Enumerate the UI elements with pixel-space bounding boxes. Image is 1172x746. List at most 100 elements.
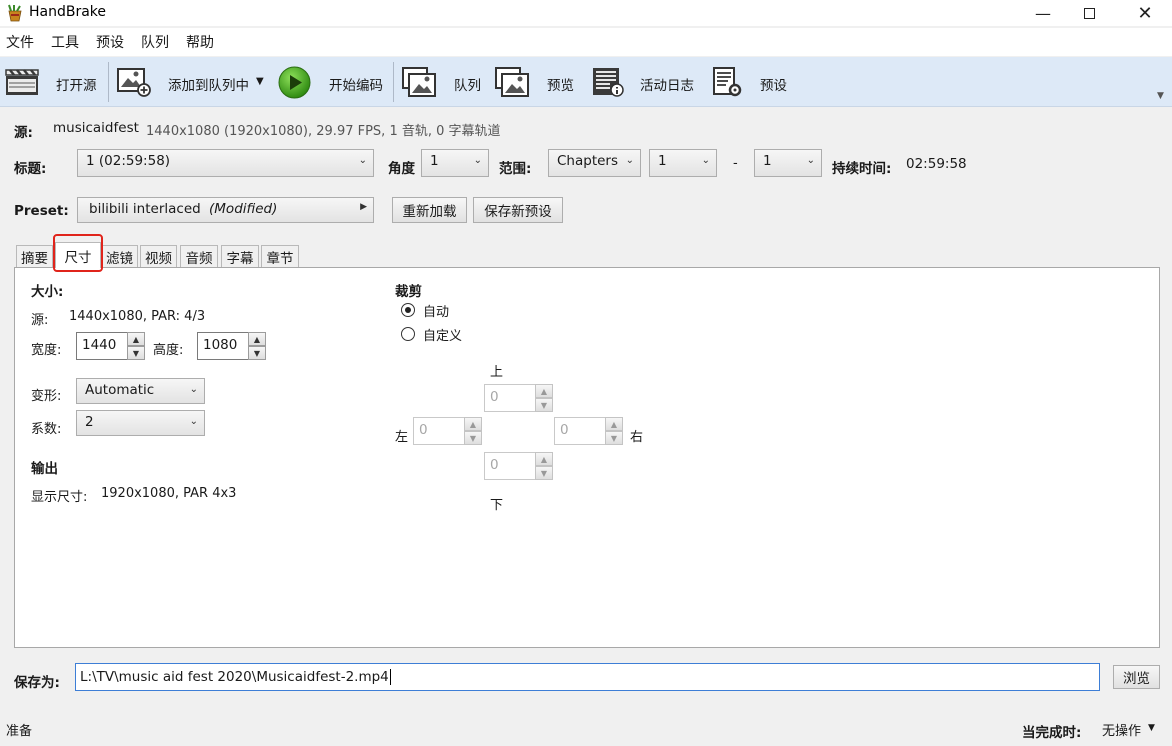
save-new-preset-button[interactable]: 保存新预设 [473, 197, 563, 223]
crop-top-spinner[interactable]: 0 ▲ ▼ [484, 384, 554, 412]
crop-custom-label[interactable]: 自定义 [423, 325, 462, 344]
queue-stack-icon[interactable] [402, 67, 436, 97]
menu-presets[interactable]: 预设 [96, 32, 124, 52]
crop-custom-radio[interactable] [401, 327, 415, 341]
spin-down-icon[interactable]: ▼ [248, 346, 266, 360]
close-icon: ✕ [1137, 2, 1153, 24]
size-heading: 大小: [31, 284, 64, 300]
open-source-button[interactable]: 打开源 [56, 74, 97, 94]
preview-button[interactable]: 预览 [547, 74, 574, 94]
range-end-select[interactable]: 1 ⌄ [754, 149, 822, 177]
width-input[interactable]: 1440 [76, 332, 128, 360]
range-type-select[interactable]: Chapters ⌄ [548, 149, 641, 177]
crop-auto-label[interactable]: 自动 [423, 301, 449, 320]
crop-left-input[interactable]: 0 [413, 417, 465, 445]
reload-preset-button[interactable]: 重新加载 [392, 197, 467, 223]
spin-up-icon[interactable]: ▲ [535, 452, 553, 466]
text-cursor [389, 669, 391, 685]
preset-settings-icon[interactable] [711, 67, 745, 97]
queue-button[interactable]: 队列 [454, 74, 481, 94]
start-encode-button[interactable]: 开始编码 [329, 74, 383, 94]
tab-audio[interactable]: 音频 [180, 245, 218, 267]
modulus-select[interactable]: 2 ⌄ [76, 410, 205, 436]
spin-down-icon[interactable]: ▼ [464, 431, 482, 445]
preview-pictures-icon[interactable] [495, 67, 529, 97]
browse-button[interactable]: 浏览 [1113, 665, 1160, 689]
save-path-value: L:\TV\music aid fest 2020\Musicaidfest-2… [80, 669, 389, 685]
modulus-label: 系数: [31, 422, 62, 437]
spin-down-icon[interactable]: ▼ [535, 398, 553, 412]
menu-help[interactable]: 帮助 [186, 32, 214, 52]
range-start-value: 1 [658, 153, 667, 169]
spin-up-icon[interactable]: ▲ [535, 384, 553, 398]
play-icon[interactable] [278, 66, 311, 99]
highlight-box [53, 234, 103, 272]
minimize-icon: — [1035, 3, 1051, 23]
range-start-select[interactable]: 1 ⌄ [649, 149, 717, 177]
display-size-label: 显示尺寸: [31, 490, 88, 505]
crop-right-spinner[interactable]: 0 ▲ ▼ [554, 417, 624, 445]
range-type-value: Chapters [557, 153, 619, 169]
angle-label: 角度 [388, 161, 415, 177]
menu-file[interactable]: 文件 [6, 32, 34, 52]
when-done-label: 当完成时: [1022, 725, 1082, 741]
close-button[interactable]: ✕ [1118, 0, 1172, 26]
presets-button[interactable]: 预设 [760, 74, 787, 94]
angle-select[interactable]: 1 ⌄ [421, 149, 489, 177]
width-spinner[interactable]: 1440 ▲ ▼ [76, 332, 146, 360]
crop-bottom-spinner[interactable]: 0 ▲ ▼ [484, 452, 554, 480]
anamorphic-value: Automatic [85, 382, 155, 398]
anamorphic-select[interactable]: Automatic ⌄ [76, 378, 205, 404]
range-dash: - [733, 156, 738, 171]
crop-right-input[interactable]: 0 [554, 417, 606, 445]
spin-up-icon[interactable]: ▲ [248, 332, 266, 346]
spin-down-icon[interactable]: ▼ [127, 346, 145, 360]
chevron-down-icon: ⌄ [189, 384, 198, 395]
spin-up-icon[interactable]: ▲ [464, 417, 482, 431]
maximize-button[interactable] [1062, 0, 1116, 26]
activity-log-button[interactable]: 活动日志 [640, 74, 694, 94]
save-path-input[interactable]: L:\TV\music aid fest 2020\Musicaidfest-2… [75, 663, 1100, 691]
title-select[interactable]: 1 (02:59:58) ⌄ [77, 149, 374, 177]
tab-video[interactable]: 视频 [140, 245, 177, 267]
height-input[interactable]: 1080 [197, 332, 249, 360]
crop-left-spinner[interactable]: 0 ▲ ▼ [413, 417, 483, 445]
output-heading: 输出 [31, 461, 58, 477]
crop-auto-radio[interactable] [401, 303, 415, 317]
crop-bottom-input[interactable]: 0 [484, 452, 536, 480]
maximize-icon [1083, 7, 1095, 19]
tab-summary[interactable]: 摘要 [16, 245, 53, 267]
tab-chapters[interactable]: 章节 [261, 245, 299, 267]
menu-tools[interactable]: 工具 [51, 32, 79, 52]
when-done-value[interactable]: 无操作 [1102, 720, 1141, 739]
width-label: 宽度: [31, 343, 62, 358]
chevron-down-icon[interactable]: ▼ [1148, 723, 1155, 733]
crop-top-input[interactable]: 0 [484, 384, 536, 412]
display-size-value: 1920x1080, PAR 4x3 [101, 486, 237, 501]
chevron-down-icon: ⌄ [473, 155, 482, 166]
spin-up-icon[interactable]: ▲ [605, 417, 623, 431]
preset-selector[interactable]: bilibili interlaced (Modified) ▶ [77, 197, 374, 223]
spin-down-icon[interactable]: ▼ [605, 431, 623, 445]
title-label: 标题: [14, 161, 47, 177]
chevron-down-icon[interactable]: ▼ [256, 76, 264, 87]
toolbar-overflow-icon[interactable]: ▼ [1157, 91, 1164, 101]
height-label: 高度: [153, 343, 184, 358]
spin-up-icon[interactable]: ▲ [127, 332, 145, 346]
tab-subtitles[interactable]: 字幕 [221, 245, 259, 267]
add-to-queue-button[interactable]: 添加到队列中 [168, 74, 249, 94]
add-picture-icon[interactable] [117, 67, 151, 97]
source-name: musicaidfest [53, 120, 139, 136]
chevron-down-icon: ⌄ [189, 416, 198, 427]
crop-top-label: 上 [490, 365, 504, 380]
anamorphic-label: 变形: [31, 389, 62, 404]
status-bar: 准备 当完成时: 无操作 ▼ [0, 710, 1172, 746]
activity-log-icon[interactable] [591, 67, 625, 97]
menu-queue[interactable]: 队列 [141, 32, 169, 52]
cropping-heading: 裁剪 [395, 284, 422, 300]
height-spinner[interactable]: 1080 ▲ ▼ [197, 332, 267, 360]
spin-down-icon[interactable]: ▼ [535, 466, 553, 480]
tab-filters[interactable]: 滤镜 [101, 245, 138, 267]
clapperboard-icon[interactable] [5, 67, 39, 97]
title-select-value: 1 (02:59:58) [86, 153, 171, 169]
